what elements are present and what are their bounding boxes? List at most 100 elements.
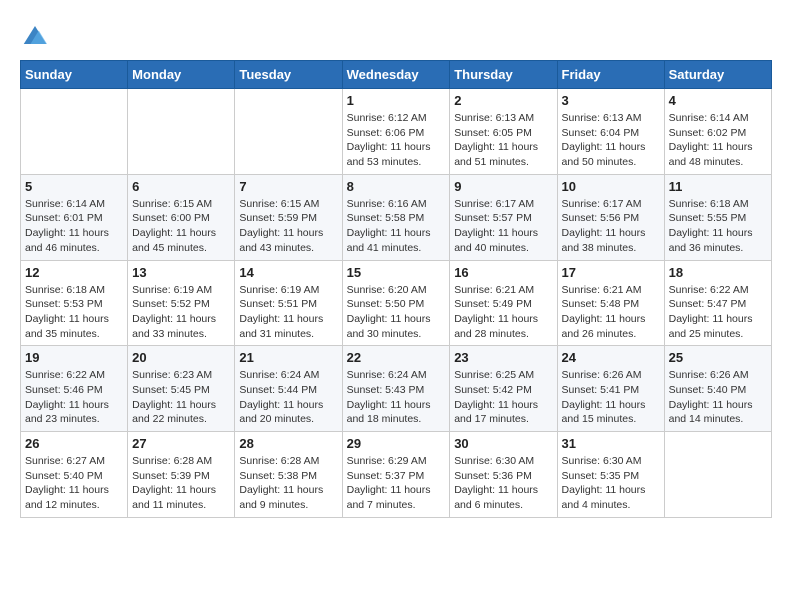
weekday-header-thursday: Thursday: [450, 61, 557, 89]
day-number: 23: [454, 350, 552, 365]
day-cell: 6 Sunrise: 6:15 AM Sunset: 6:00 PM Daylig…: [128, 174, 235, 260]
day-cell: 26 Sunrise: 6:27 AM Sunset: 5:40 PM Dayli…: [21, 432, 128, 518]
day-cell: 18Sunrise: 6:22 AM Sunset: 5:47 PM Dayli…: [664, 260, 771, 346]
day-number: 5: [25, 179, 123, 194]
day-info: Sunrise: 6:30 AM Sunset: 5:36 PM Dayligh…: [454, 454, 552, 513]
day-cell: 9 Sunrise: 6:17 AM Sunset: 5:57 PM Daylig…: [450, 174, 557, 260]
week-row-3: 12 Sunrise: 6:18 AM Sunset: 5:53 PM Dayli…: [21, 260, 772, 346]
day-number: 29: [347, 436, 446, 451]
day-number: 2: [454, 93, 552, 108]
day-number: 18: [669, 265, 767, 280]
day-number: 22: [347, 350, 446, 365]
day-info: Sunrise: 6:25 AM Sunset: 5:42 PM Dayligh…: [454, 368, 552, 427]
day-number: 3: [562, 93, 660, 108]
calendar-header: SundayMondayTuesdayWednesdayThursdayFrid…: [21, 61, 772, 89]
day-number: 12: [25, 265, 123, 280]
day-info: Sunrise: 6:30 AM Sunset: 5:35 PM Dayligh…: [562, 454, 660, 513]
day-number: 9: [454, 179, 552, 194]
day-cell: 27 Sunrise: 6:28 AM Sunset: 5:39 PM Dayli…: [128, 432, 235, 518]
weekday-header-saturday: Saturday: [664, 61, 771, 89]
day-info: Sunrise: 6:20 AM Sunset: 5:50 PM Dayligh…: [347, 283, 446, 342]
day-number: 15: [347, 265, 446, 280]
day-cell: 4 Sunrise: 6:14 AM Sunset: 6:02 PM Daylig…: [664, 89, 771, 175]
day-number: 25: [669, 350, 767, 365]
day-cell: 5Sunrise: 6:14 AM Sunset: 6:01 PM Daylig…: [21, 174, 128, 260]
day-number: 27: [132, 436, 230, 451]
day-info: Sunrise: 6:18 AM Sunset: 5:53 PM Dayligh…: [25, 283, 123, 342]
weekday-header-sunday: Sunday: [21, 61, 128, 89]
day-number: 28: [239, 436, 337, 451]
day-info: Sunrise: 6:26 AM Sunset: 5:40 PM Dayligh…: [669, 368, 767, 427]
day-cell: 29 Sunrise: 6:29 AM Sunset: 5:37 PM Dayli…: [342, 432, 450, 518]
day-cell: 10 Sunrise: 6:17 AM Sunset: 5:56 PM Dayli…: [557, 174, 664, 260]
day-info: Sunrise: 6:27 AM Sunset: 5:40 PM Dayligh…: [25, 454, 123, 513]
page-header: [20, 20, 772, 50]
day-number: 26: [25, 436, 123, 451]
day-number: 21: [239, 350, 337, 365]
day-cell: 23 Sunrise: 6:25 AM Sunset: 5:42 PM Dayli…: [450, 346, 557, 432]
calendar-table: SundayMondayTuesdayWednesdayThursdayFrid…: [20, 60, 772, 518]
day-info: Sunrise: 6:17 AM Sunset: 5:56 PM Dayligh…: [562, 197, 660, 256]
week-row-1: 1 Sunrise: 6:12 AM Sunset: 6:06 PM Daylig…: [21, 89, 772, 175]
day-cell: 19 Sunrise: 6:22 AM Sunset: 5:46 PM Dayli…: [21, 346, 128, 432]
day-number: 20: [132, 350, 230, 365]
day-number: 7: [239, 179, 337, 194]
day-cell: 7 Sunrise: 6:15 AM Sunset: 5:59 PM Daylig…: [235, 174, 342, 260]
day-info: Sunrise: 6:28 AM Sunset: 5:39 PM Dayligh…: [132, 454, 230, 513]
day-cell: 22 Sunrise: 6:24 AM Sunset: 5:43 PM Dayli…: [342, 346, 450, 432]
day-number: 13: [132, 265, 230, 280]
day-cell: 11 Sunrise: 6:18 AM Sunset: 5:55 PM Dayli…: [664, 174, 771, 260]
day-cell: [128, 89, 235, 175]
day-cell: 17Sunrise: 6:21 AM Sunset: 5:48 PM Dayli…: [557, 260, 664, 346]
day-info: Sunrise: 6:28 AM Sunset: 5:38 PM Dayligh…: [239, 454, 337, 513]
day-info: Sunrise: 6:19 AM Sunset: 5:51 PM Dayligh…: [239, 283, 337, 342]
day-info: Sunrise: 6:16 AM Sunset: 5:58 PM Dayligh…: [347, 197, 446, 256]
day-cell: 24 Sunrise: 6:26 AM Sunset: 5:41 PM Dayli…: [557, 346, 664, 432]
day-number: 19: [25, 350, 123, 365]
logo-icon: [20, 20, 50, 50]
day-info: Sunrise: 6:21 AM Sunset: 5:49 PM Dayligh…: [454, 283, 552, 342]
day-info: Sunrise: 6:24 AM Sunset: 5:44 PM Dayligh…: [239, 368, 337, 427]
day-info: Sunrise: 6:23 AM Sunset: 5:45 PM Dayligh…: [132, 368, 230, 427]
day-info: Sunrise: 6:21 AM Sunset: 5:48 PM Dayligh…: [562, 283, 660, 342]
day-number: 1: [347, 93, 446, 108]
day-info: Sunrise: 6:14 AM Sunset: 6:02 PM Dayligh…: [669, 111, 767, 170]
day-info: Sunrise: 6:15 AM Sunset: 5:59 PM Dayligh…: [239, 197, 337, 256]
day-info: Sunrise: 6:19 AM Sunset: 5:52 PM Dayligh…: [132, 283, 230, 342]
day-info: Sunrise: 6:13 AM Sunset: 6:05 PM Dayligh…: [454, 111, 552, 170]
day-cell: 20 Sunrise: 6:23 AM Sunset: 5:45 PM Dayli…: [128, 346, 235, 432]
day-info: Sunrise: 6:13 AM Sunset: 6:04 PM Dayligh…: [562, 111, 660, 170]
day-info: Sunrise: 6:17 AM Sunset: 5:57 PM Dayligh…: [454, 197, 552, 256]
week-row-5: 26 Sunrise: 6:27 AM Sunset: 5:40 PM Dayli…: [21, 432, 772, 518]
day-cell: [235, 89, 342, 175]
day-cell: 8Sunrise: 6:16 AM Sunset: 5:58 PM Daylig…: [342, 174, 450, 260]
day-cell: 1 Sunrise: 6:12 AM Sunset: 6:06 PM Daylig…: [342, 89, 450, 175]
day-number: 4: [669, 93, 767, 108]
day-cell: 14Sunrise: 6:19 AM Sunset: 5:51 PM Dayli…: [235, 260, 342, 346]
logo: [20, 20, 56, 50]
day-number: 10: [562, 179, 660, 194]
day-info: Sunrise: 6:24 AM Sunset: 5:43 PM Dayligh…: [347, 368, 446, 427]
day-number: 6: [132, 179, 230, 194]
calendar-body: 1 Sunrise: 6:12 AM Sunset: 6:06 PM Daylig…: [21, 89, 772, 518]
day-cell: 30 Sunrise: 6:30 AM Sunset: 5:36 PM Dayli…: [450, 432, 557, 518]
day-info: Sunrise: 6:15 AM Sunset: 6:00 PM Dayligh…: [132, 197, 230, 256]
day-info: Sunrise: 6:12 AM Sunset: 6:06 PM Dayligh…: [347, 111, 446, 170]
day-info: Sunrise: 6:26 AM Sunset: 5:41 PM Dayligh…: [562, 368, 660, 427]
day-number: 30: [454, 436, 552, 451]
day-number: 24: [562, 350, 660, 365]
day-cell: 25 Sunrise: 6:26 AM Sunset: 5:40 PM Dayli…: [664, 346, 771, 432]
day-info: Sunrise: 6:22 AM Sunset: 5:46 PM Dayligh…: [25, 368, 123, 427]
weekday-header-tuesday: Tuesday: [235, 61, 342, 89]
day-cell: 2 Sunrise: 6:13 AM Sunset: 6:05 PM Daylig…: [450, 89, 557, 175]
day-cell: 28 Sunrise: 6:28 AM Sunset: 5:38 PM Dayli…: [235, 432, 342, 518]
day-info: Sunrise: 6:29 AM Sunset: 5:37 PM Dayligh…: [347, 454, 446, 513]
weekday-header-monday: Monday: [128, 61, 235, 89]
week-row-2: 5Sunrise: 6:14 AM Sunset: 6:01 PM Daylig…: [21, 174, 772, 260]
day-number: 31: [562, 436, 660, 451]
day-cell: 15 Sunrise: 6:20 AM Sunset: 5:50 PM Dayli…: [342, 260, 450, 346]
day-cell: [664, 432, 771, 518]
day-info: Sunrise: 6:18 AM Sunset: 5:55 PM Dayligh…: [669, 197, 767, 256]
day-number: 16: [454, 265, 552, 280]
day-number: 11: [669, 179, 767, 194]
